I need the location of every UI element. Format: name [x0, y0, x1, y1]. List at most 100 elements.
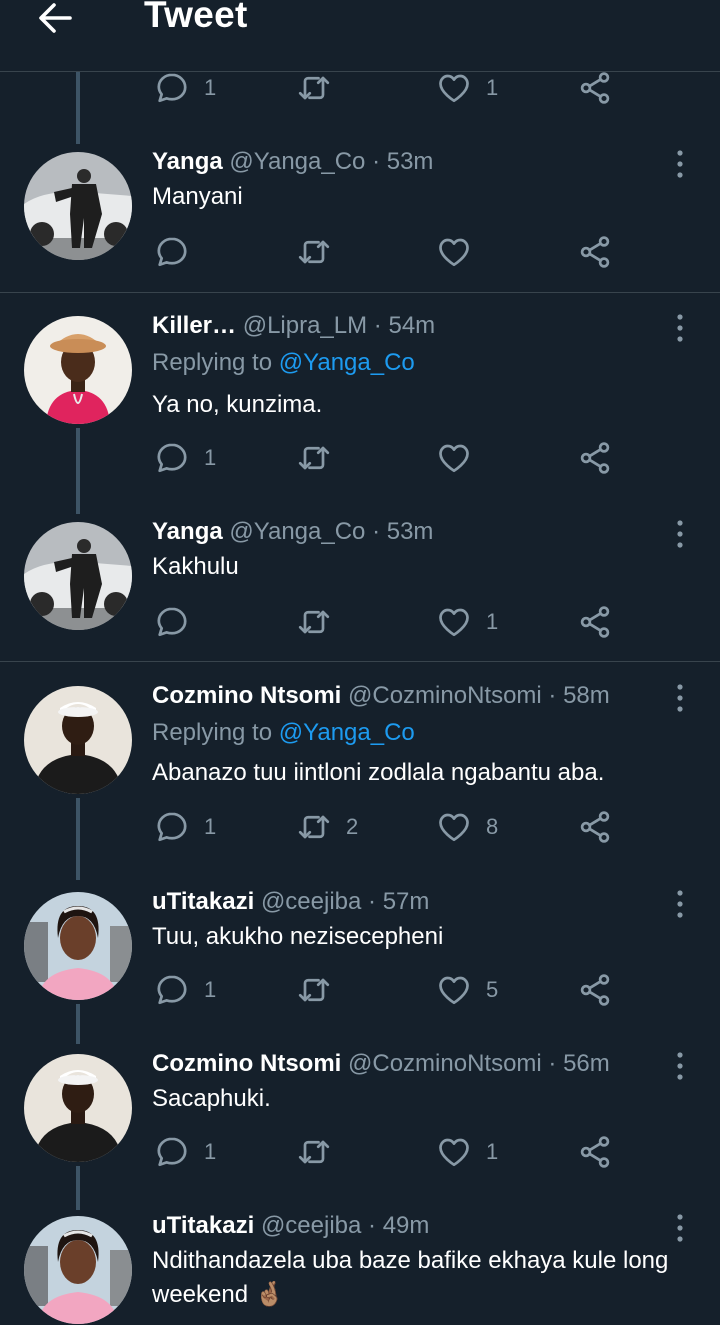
replying-to-handle[interactable]: @Yanga_Co: [279, 349, 415, 376]
user-handle[interactable]: @Yanga_Co: [229, 518, 365, 545]
replying-to-label: Replying to: [152, 719, 279, 746]
like-button[interactable]: 1: [436, 602, 498, 642]
retweet-button[interactable]: [296, 1132, 346, 1172]
more-options-button[interactable]: [666, 147, 694, 181]
timestamp[interactable]: 53m: [387, 148, 434, 175]
display-name[interactable]: uTitakazi: [152, 888, 254, 915]
like-icon: [436, 70, 472, 106]
like-icon: [436, 1134, 472, 1170]
display-name[interactable]: Yanga: [152, 518, 223, 545]
retweet-icon: [296, 234, 332, 270]
reply-button[interactable]: 1: [154, 970, 216, 1010]
more-options-icon: [666, 311, 694, 345]
timestamp[interactable]: 49m: [383, 1212, 430, 1239]
user-handle[interactable]: @CozminoNtsomi: [348, 682, 542, 709]
timestamp[interactable]: 54m: [388, 312, 435, 339]
retweet-button[interactable]: [296, 68, 332, 108]
like-icon: [436, 604, 472, 640]
avatar[interactable]: [24, 686, 132, 794]
tweet-header: Cozmino Ntsomi @CozminoNtsomi · 56m: [152, 1049, 610, 1079]
timestamp[interactable]: 53m: [387, 518, 434, 545]
like-button[interactable]: 1: [436, 1132, 498, 1172]
more-options-button[interactable]: [666, 887, 694, 921]
retweet-button[interactable]: [296, 602, 346, 642]
tweet[interactable]: Cozmino Ntsomi @CozminoNtsomi · 58m Repl…: [0, 678, 720, 854]
reply-button[interactable]: 1: [154, 68, 216, 108]
tweet[interactable]: Cozmino Ntsomi @CozminoNtsomi · 56m Saca…: [0, 1046, 720, 1186]
more-options-button[interactable]: [666, 681, 694, 715]
reply-count: 1: [204, 1139, 217, 1164]
like-count: 1: [486, 75, 499, 100]
retweet-count: 2: [346, 814, 359, 839]
retweet-icon: [296, 809, 332, 845]
tweet[interactable]: Yanga @Yanga_Co · 53m Kakhulu 1: [0, 514, 720, 654]
retweet-button[interactable]: [296, 438, 346, 478]
avatar[interactable]: [24, 152, 132, 260]
separator-dot: ·: [368, 1212, 377, 1239]
share-button[interactable]: [577, 68, 613, 108]
avatar[interactable]: [24, 1054, 132, 1162]
more-options-button[interactable]: [666, 311, 694, 345]
timestamp[interactable]: 58m: [563, 682, 610, 709]
more-options-button[interactable]: [666, 1049, 694, 1083]
divider: [0, 661, 720, 662]
user-handle[interactable]: @CozminoNtsomi: [348, 1050, 542, 1077]
share-icon: [577, 440, 613, 476]
tweet[interactable]: Yanga @Yanga_Co · 53m Manyani: [0, 144, 720, 284]
reply-button[interactable]: 1: [154, 807, 216, 847]
display-name[interactable]: Yanga: [152, 148, 223, 175]
tweet[interactable]: uTitakazi @ceejiba · 57m Tuu, akukho nez…: [0, 884, 720, 1024]
reply-button[interactable]: [154, 602, 204, 642]
timestamp[interactable]: 56m: [563, 1050, 610, 1077]
tweet[interactable]: Killer… @Lipra_LM · 54m Replying to @Yan…: [0, 308, 720, 484]
user-handle[interactable]: @Lipra_LM: [243, 312, 367, 339]
share-button[interactable]: [577, 438, 613, 478]
separator-dot: ·: [368, 888, 377, 915]
more-options-button[interactable]: [666, 1211, 694, 1245]
display-name[interactable]: Killer…: [152, 312, 236, 339]
back-button[interactable]: [34, 0, 78, 40]
reply-button[interactable]: 1: [154, 438, 216, 478]
avatar[interactable]: [24, 316, 132, 424]
avatar[interactable]: [24, 522, 132, 630]
reply-icon: [154, 604, 190, 640]
retweet-button[interactable]: [296, 232, 346, 272]
timestamp[interactable]: 57m: [383, 888, 430, 915]
display-name[interactable]: Cozmino Ntsomi: [152, 682, 341, 709]
tweet-text: Kakhulu: [152, 553, 239, 580]
like-button[interactable]: 8: [436, 807, 498, 847]
share-button[interactable]: [577, 232, 613, 272]
avatar[interactable]: [24, 1216, 132, 1324]
avatar[interactable]: [24, 892, 132, 1000]
display-name[interactable]: uTitakazi: [152, 1212, 254, 1239]
tweet-header: Yanga @Yanga_Co · 53m: [152, 147, 433, 177]
user-handle[interactable]: @ceejiba: [261, 1212, 361, 1239]
like-icon: [436, 972, 472, 1008]
share-icon: [577, 1134, 613, 1170]
replying-to: Replying to @Yanga_Co: [152, 348, 415, 378]
share-button[interactable]: [577, 602, 613, 642]
reply-button[interactable]: [154, 232, 204, 272]
retweet-button[interactable]: 2: [296, 807, 358, 847]
page-title: Tweet: [144, 0, 248, 35]
like-button[interactable]: 1: [436, 68, 498, 108]
user-handle[interactable]: @Yanga_Co: [229, 148, 365, 175]
like-button[interactable]: [436, 232, 486, 272]
replying-to-handle[interactable]: @Yanga_Co: [279, 719, 415, 746]
like-button[interactable]: [436, 438, 486, 478]
user-handle[interactable]: @ceejiba: [261, 888, 361, 915]
reply-button[interactable]: 1: [154, 1132, 216, 1172]
separator-dot: ·: [372, 148, 381, 175]
reply-count: 1: [204, 977, 217, 1002]
share-button[interactable]: [577, 807, 613, 847]
more-options-button[interactable]: [666, 517, 694, 551]
share-button[interactable]: [577, 1132, 613, 1172]
display-name[interactable]: Cozmino Ntsomi: [152, 1050, 341, 1077]
like-icon: [436, 234, 472, 270]
separator-dot: ·: [548, 682, 557, 709]
share-button[interactable]: [577, 970, 613, 1010]
retweet-icon: [296, 604, 332, 640]
like-button[interactable]: 5: [436, 970, 498, 1010]
retweet-button[interactable]: [296, 970, 346, 1010]
tweet[interactable]: uTitakazi @ceejiba · 49m Ndithandazela u…: [0, 1208, 720, 1325]
